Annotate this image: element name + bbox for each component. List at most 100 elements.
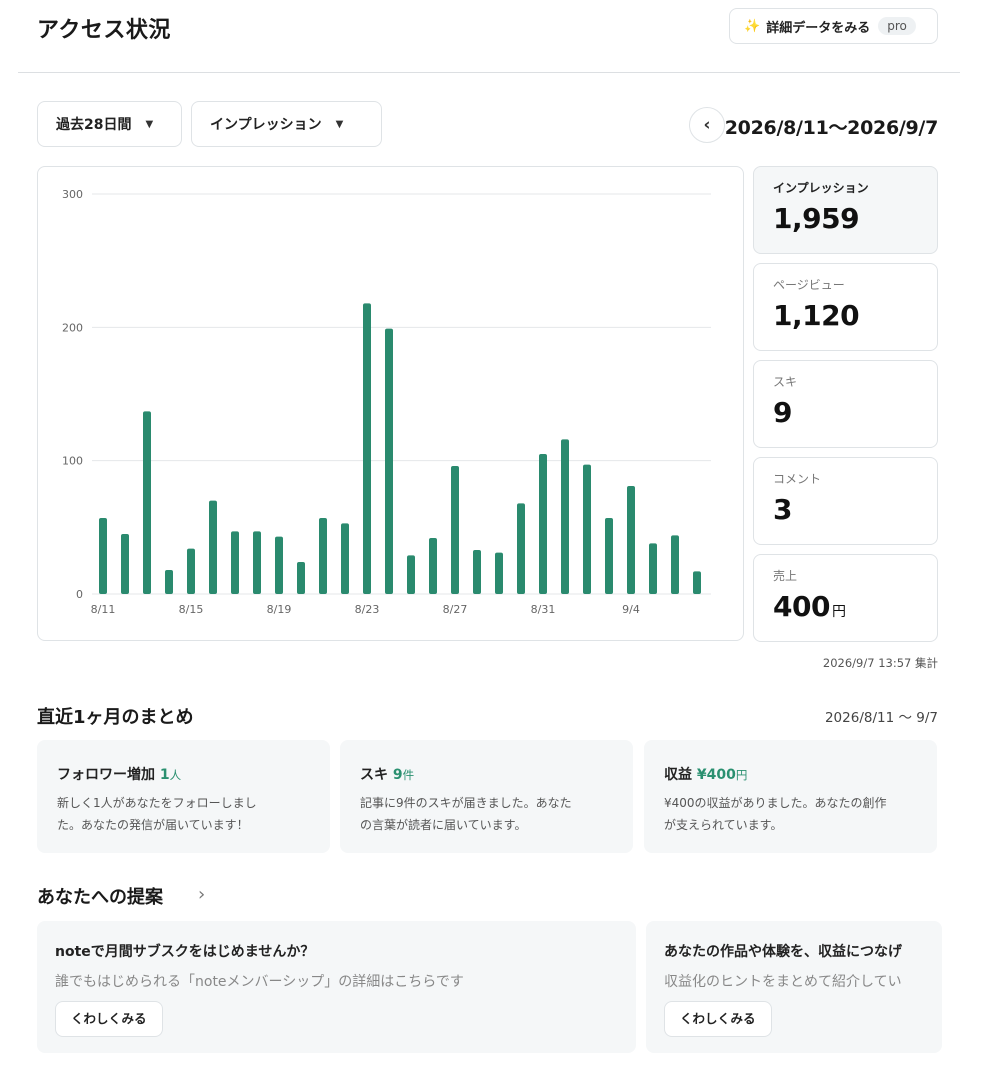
stat-value: 400 円	[773, 590, 937, 623]
bar-8-20[interactable]	[297, 562, 305, 594]
stat-card-comments[interactable]: コメント 3	[753, 457, 938, 545]
stat-label: 売上	[773, 569, 798, 583]
stat-unit: 円	[831, 604, 846, 620]
bar-8-16[interactable]	[209, 500, 217, 594]
previous-period-button[interactable]: ‹	[689, 107, 725, 143]
summary-card-value: 1	[159, 767, 170, 783]
summary-title: 直近1ヶ月のまとめ	[37, 707, 194, 728]
bar-8-12[interactable]	[121, 534, 129, 594]
caret-down-icon: ▼	[335, 118, 344, 130]
stat-number: 400	[773, 590, 830, 623]
bar-8-14[interactable]	[165, 570, 173, 594]
summary-card-desc: 新しく1人があなたをフォローしまし た。あなたの発信が届いています！	[57, 792, 310, 836]
stat-label: ページビュー	[773, 278, 845, 292]
suggestion-desc: 誰でもはじめられる「noteメンバーシップ」の詳細はこちらです	[55, 974, 464, 990]
summary-card-value: ¥400	[696, 767, 736, 783]
stat-card-impressions[interactable]: インプレッション 1,959	[753, 166, 938, 254]
bar-8-27[interactable]	[451, 466, 459, 594]
chevron-right-icon[interactable]: ›	[198, 884, 205, 905]
summary-card-likes: スキ 9件記事に9件のスキが届きました。あなた の言葉が読者に届いています。	[340, 740, 633, 853]
stat-number: 1,959	[773, 202, 860, 235]
bar-9-4[interactable]	[627, 486, 635, 594]
summary-card-desc-line: た。あなたの発信が届いています！	[57, 818, 249, 832]
bar-9-2[interactable]	[583, 464, 591, 594]
summary-range: 2026/8/11 〜 9/7	[824, 710, 938, 726]
summary-card-value: 9	[392, 767, 403, 783]
summary-card-unit: 人	[169, 768, 182, 782]
suggestion-card[interactable]: noteで月間サブスクをはじめませんか？ 誰でもはじめられる「noteメンバーシッ…	[37, 921, 636, 1053]
suggestion-title: あなたの作品や体験を、収益につなげ	[664, 944, 902, 960]
detail-data-button[interactable]: ✨ 詳細データをみる pro	[729, 8, 938, 44]
stat-label: コメント	[773, 472, 822, 486]
period-select[interactable]: 過去28日間 ▼	[37, 101, 182, 147]
suggestion-title: noteで月間サブスクをはじめませんか？	[55, 944, 315, 960]
detail-data-label: 詳細データをみる	[766, 20, 871, 36]
bar-8-17[interactable]	[231, 531, 239, 594]
summary-card-desc: ¥400の収益がありました。あなたの創作 が支えられています。	[664, 792, 917, 836]
date-range: 2026/8/11〜2026/9/7	[724, 117, 939, 139]
bar-8-18[interactable]	[253, 531, 261, 594]
period-select-value: 過去28日間	[56, 117, 132, 133]
summary-card-unit: 件	[402, 768, 415, 782]
impressions-chart: 0 100 200 300 8/11 8/15 8/19 8/23 8/27 8/31 9/4	[37, 166, 744, 641]
caret-down-icon: ▼	[145, 118, 154, 130]
stat-number: 9	[773, 396, 792, 429]
bar-9-6[interactable]	[671, 535, 679, 594]
y-tick-label: 300	[62, 188, 83, 201]
metric-select-value: インプレッション	[210, 117, 322, 133]
stat-card-pageviews[interactable]: ページビュー 1,120	[753, 263, 938, 351]
summary-card-label: スキ	[360, 767, 388, 783]
x-tick-label: 8/15	[179, 603, 204, 616]
stat-card-likes[interactable]: スキ 9	[753, 360, 938, 448]
summary-card-desc-line: が支えられています。	[664, 818, 783, 832]
summary-card-desc-line: の言葉が読者に届いています。	[360, 818, 527, 832]
chevron-left-icon: ‹	[703, 115, 711, 135]
learn-more-button[interactable]: くわしくみる	[55, 1001, 163, 1037]
y-tick-label: 100	[62, 455, 83, 468]
summary-card-label: フォロワー増加	[57, 767, 155, 783]
stat-card-sales[interactable]: 売上 400 円	[753, 554, 938, 642]
bar-8-22[interactable]	[341, 523, 349, 594]
header-divider	[18, 72, 960, 73]
summary-card-desc-line: 新しく1人があなたをフォローしまし	[57, 796, 257, 810]
y-tick-label: 200	[62, 321, 83, 334]
pro-badge: pro	[878, 17, 916, 35]
x-tick-label: 8/23	[355, 603, 380, 616]
bar-9-7[interactable]	[693, 571, 701, 594]
bar-8-29[interactable]	[495, 552, 503, 594]
bar-8-31[interactable]	[539, 454, 547, 594]
suggestion-card[interactable]: あなたの作品や体験を、収益につなげ 収益化のヒントをまとめて紹介してい くわしくみる	[646, 921, 942, 1053]
bar-8-19[interactable]	[275, 536, 283, 594]
bar-9-5[interactable]	[649, 543, 657, 594]
x-tick-label: 8/19	[267, 603, 292, 616]
stat-value: 1,120	[773, 299, 937, 332]
bar-8-24[interactable]	[385, 328, 393, 594]
bar-9-1[interactable]	[561, 439, 569, 594]
bar-8-26[interactable]	[429, 538, 437, 594]
bar-8-11[interactable]	[99, 518, 107, 594]
summary-card-revenue: 収益 ¥400円 ¥400の収益がありました。あなたの創作 が支えられています。	[644, 740, 937, 853]
summary-card-desc-line: 記事に9件のスキが届きました。あなた	[360, 796, 572, 810]
bar-8-25[interactable]	[407, 555, 415, 594]
stat-value: 9	[773, 396, 937, 429]
learn-more-button[interactable]: くわしくみる	[664, 1001, 772, 1037]
bar-8-23[interactable]	[363, 303, 371, 594]
stat-label: スキ	[773, 375, 798, 389]
metric-select[interactable]: インプレッション ▼	[191, 101, 382, 147]
stat-value: 1,959	[773, 202, 937, 235]
stat-value: 3	[773, 493, 937, 526]
bar-8-28[interactable]	[473, 550, 481, 594]
aggregated-timestamp: 2026/9/7 13:57 集計	[822, 656, 938, 670]
bar-8-13[interactable]	[143, 411, 151, 594]
bar-8-15[interactable]	[187, 548, 195, 594]
summary-card-head: 収益 ¥400円	[664, 764, 917, 784]
summary-card-unit: 円	[735, 768, 748, 782]
summary-card-head: スキ 9件	[360, 764, 613, 784]
bar-8-21[interactable]	[319, 518, 327, 594]
summary-card-label: 収益	[664, 767, 692, 783]
y-tick-label: 0	[76, 588, 83, 601]
suggestions-title[interactable]: あなたへの提案	[37, 883, 163, 909]
bar-9-3[interactable]	[605, 518, 613, 594]
sparkle-icon: ✨	[744, 18, 761, 34]
bar-8-30[interactable]	[517, 503, 525, 594]
